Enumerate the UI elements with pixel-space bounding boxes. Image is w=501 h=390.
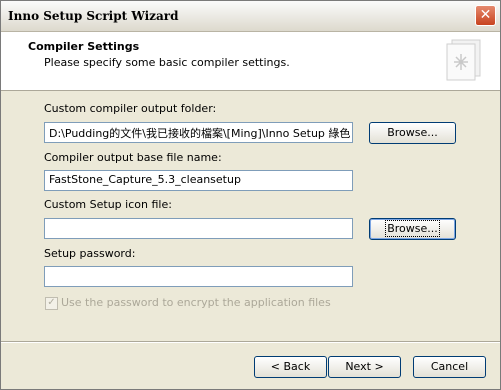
cancel-label: Cancel bbox=[430, 360, 469, 373]
browse-label: Browse... bbox=[385, 220, 440, 237]
icon-file-label: Custom Setup icon file: bbox=[44, 198, 172, 211]
password-label: Setup password: bbox=[44, 247, 136, 260]
next-label: Next > bbox=[345, 360, 384, 373]
footer-divider bbox=[1, 341, 500, 343]
wizard-window: Inno Setup Script Wizard ✕ Compiler Sett… bbox=[0, 0, 501, 390]
back-button[interactable]: < Back bbox=[254, 356, 327, 378]
page-subtitle: Please specify some basic compiler setti… bbox=[44, 56, 290, 69]
output-folder-input[interactable]: D:\Pudding的文件\我已接收的檔案\[Ming]\Inno Setup … bbox=[44, 122, 353, 143]
output-folder-browse-button[interactable]: Browse... bbox=[369, 122, 456, 144]
wizard-document-icon bbox=[446, 39, 481, 81]
encrypt-checkbox[interactable]: ✓ bbox=[45, 297, 58, 310]
encrypt-checkbox-label: Use the password to encrypt the applicat… bbox=[61, 296, 331, 309]
icon-file-input[interactable] bbox=[44, 218, 353, 239]
close-button[interactable]: ✕ bbox=[475, 5, 496, 26]
title-bar[interactable]: Inno Setup Script Wizard ✕ bbox=[1, 1, 500, 32]
back-label: < Back bbox=[270, 360, 311, 373]
window-title: Inno Setup Script Wizard bbox=[8, 9, 179, 23]
password-input[interactable] bbox=[44, 266, 353, 287]
browse-label: Browse... bbox=[387, 126, 438, 139]
output-folder-label: Custom compiler output folder: bbox=[44, 102, 217, 115]
base-filename-input[interactable]: FastStone_Capture_5.3_cleansetup bbox=[44, 170, 353, 191]
cancel-button[interactable]: Cancel bbox=[413, 356, 486, 378]
page-title: Compiler Settings bbox=[28, 40, 140, 53]
base-filename-label: Compiler output base file name: bbox=[44, 151, 222, 164]
wizard-header: Compiler Settings Please specify some ba… bbox=[1, 32, 500, 91]
icon-file-browse-button[interactable]: Browse... bbox=[369, 218, 456, 240]
close-icon: ✕ bbox=[479, 7, 492, 23]
next-button[interactable]: Next > bbox=[328, 356, 401, 378]
